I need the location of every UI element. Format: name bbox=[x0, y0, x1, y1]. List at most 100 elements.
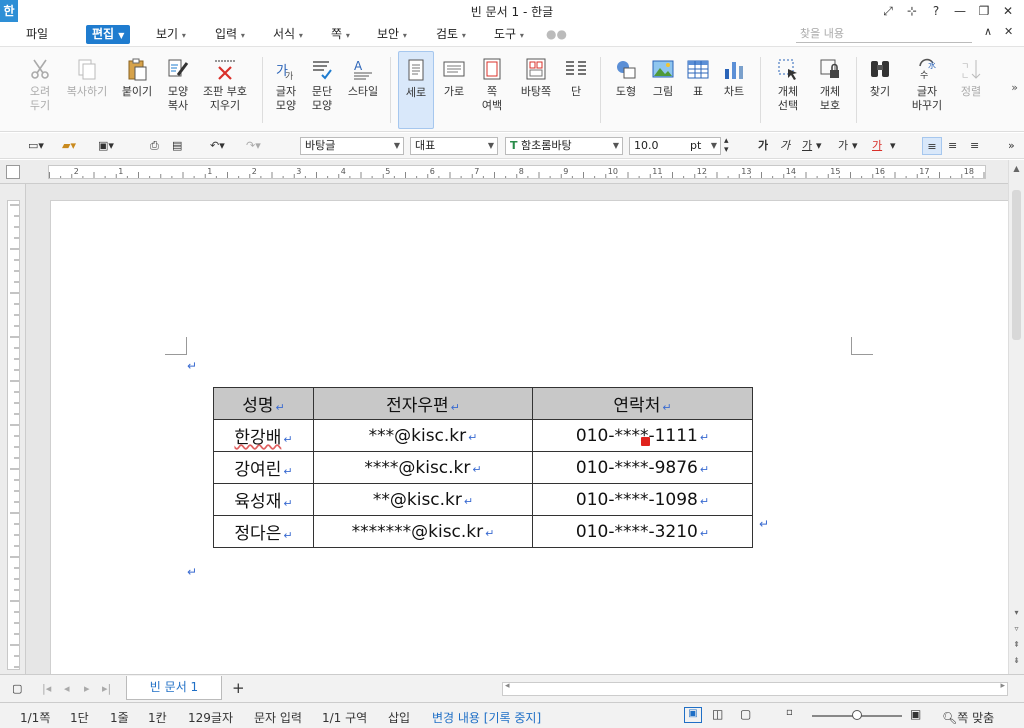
ribbon-more-icon[interactable]: » bbox=[1011, 81, 1018, 94]
columns-button[interactable]: 단 bbox=[560, 51, 592, 129]
last-tab-icon[interactable]: ▸| bbox=[102, 680, 111, 698]
add-tab-button[interactable]: + bbox=[232, 679, 245, 697]
zoom-out-icon[interactable]: ▫ bbox=[786, 707, 793, 718]
replace-button[interactable]: 水수 글자 바꾸기 bbox=[904, 51, 950, 129]
menu-insert[interactable]: 입력 ▾ bbox=[215, 25, 245, 44]
portrait-button[interactable]: 세로 bbox=[398, 51, 434, 129]
collapse-ribbon-icon[interactable]: ∧ bbox=[984, 25, 992, 38]
minimize-button[interactable]: — bbox=[948, 2, 972, 20]
status-page[interactable]: 1/1쪽 bbox=[20, 709, 50, 726]
menu-review[interactable]: 검토 ▾ bbox=[436, 25, 466, 44]
table-cell[interactable]: 정다은 ↵ bbox=[213, 515, 314, 548]
table-cell[interactable]: 강여린 ↵ bbox=[213, 451, 314, 484]
tab-list-icon[interactable]: ▢ bbox=[12, 680, 22, 698]
sort-button[interactable]: ㄱㄴ 정렬 bbox=[954, 51, 988, 129]
page-down-icon[interactable]: ▿ bbox=[1010, 622, 1023, 635]
scroll-thumb[interactable] bbox=[1012, 190, 1021, 340]
picture-button[interactable]: 그림 bbox=[646, 51, 680, 129]
table-cell[interactable]: ***@kisc.kr ↵ bbox=[313, 419, 533, 452]
clear-markup-button[interactable]: 조판 부호 지우기 bbox=[198, 51, 252, 129]
horizontal-ruler[interactable]: 2 1 1 2 3 4 5 6 7 8 9 10 11 12 13 14 15 16 17 18 bbox=[0, 160, 1024, 184]
table-cell[interactable]: *******@kisc.kr ↵ bbox=[313, 515, 533, 548]
table-cell[interactable]: 010-****-3210 ↵ bbox=[532, 515, 753, 548]
underline-button[interactable]: 가 bbox=[802, 137, 812, 155]
header-phone[interactable]: 연락처 ↵ bbox=[532, 387, 753, 420]
menu-view[interactable]: 보기 ▾ bbox=[156, 25, 186, 44]
status-insert-mode[interactable]: 삽입 bbox=[388, 709, 410, 726]
menu-file[interactable]: 파일 bbox=[26, 25, 48, 44]
find-button[interactable]: 찾기 bbox=[862, 51, 898, 129]
help-icon[interactable]: ? bbox=[924, 2, 948, 20]
status-track-changes[interactable]: 변경 내용 [기록 중지] bbox=[432, 709, 541, 726]
next-page-icon[interactable]: ⇟ bbox=[1010, 654, 1023, 667]
shape-button[interactable]: 도형 bbox=[608, 51, 644, 129]
scroll-right-icon[interactable]: ▸ bbox=[1000, 681, 1005, 691]
restore-button[interactable]: ❐ bbox=[972, 2, 996, 20]
view-page-icon[interactable]: ▢ bbox=[740, 707, 751, 721]
table-cell[interactable]: 010-****-1111 ↵ bbox=[532, 419, 753, 452]
chart-button[interactable]: 차트 bbox=[716, 51, 752, 129]
align-center-icon[interactable]: ≡ bbox=[970, 137, 979, 155]
bold-button[interactable]: 가 bbox=[758, 137, 768, 155]
next-tab-icon[interactable]: ▸ bbox=[84, 680, 90, 698]
align-justify-icon[interactable]: ≡ bbox=[922, 137, 942, 155]
object-protect-button[interactable]: 개체 보호 bbox=[810, 51, 850, 129]
document-canvas[interactable]: ↵ 성명 ↵ 전자우편 ↵ 연락처 ↵ 한강배 ↵ ***@kisc.kr ↵ 010-*… bbox=[26, 184, 1012, 680]
style-button[interactable]: A 스타일 bbox=[344, 51, 382, 129]
menu-format[interactable]: 서식 ▾ bbox=[273, 25, 303, 44]
view-normal-icon[interactable]: ▣ bbox=[684, 707, 702, 723]
table-cell[interactable]: 육성재 ↵ bbox=[213, 483, 314, 516]
horizontal-scrollbar[interactable]: ◂ ▸ bbox=[502, 681, 1008, 696]
menu-tools[interactable]: 도구 ▾ bbox=[494, 25, 524, 44]
contact-table[interactable]: 성명 ↵ 전자우편 ↵ 연락처 ↵ 한강배 ↵ ***@kisc.kr ↵ 010-***… bbox=[213, 387, 753, 548]
redo-icon[interactable]: ↷▾ bbox=[246, 137, 261, 155]
split-icon[interactable]: ⊹ bbox=[900, 2, 924, 20]
ruler-corner-button[interactable] bbox=[6, 165, 20, 179]
char-shape-button[interactable]: 가가 글자 모양 bbox=[268, 51, 304, 129]
toolbar-more-icon[interactable]: » bbox=[1008, 137, 1015, 155]
prev-page-icon[interactable]: ⇞ bbox=[1010, 638, 1023, 651]
menu-security[interactable]: 보안 ▾ bbox=[377, 25, 407, 44]
strike-button[interactable]: 가 bbox=[838, 137, 848, 155]
header-name[interactable]: 성명 ↵ bbox=[213, 387, 314, 420]
master-page-button[interactable]: 바탕쪽 bbox=[514, 51, 558, 129]
language-select[interactable]: 대표 ▼ bbox=[410, 137, 498, 155]
vertical-ruler[interactable] bbox=[0, 184, 26, 674]
landscape-button[interactable]: 가로 bbox=[436, 51, 472, 129]
open-folder-icon[interactable]: ▰▾ bbox=[62, 137, 76, 155]
page-margin-button[interactable]: 쪽 여백 bbox=[474, 51, 510, 129]
cut-button[interactable]: 오려 두기 bbox=[22, 51, 58, 129]
save-icon[interactable]: ▣▾ bbox=[98, 137, 114, 155]
fullscreen-icon[interactable]: ⤢ bbox=[876, 2, 900, 20]
table-cell[interactable]: 한강배 ↵ bbox=[213, 419, 314, 452]
scroll-left-icon[interactable]: ◂ bbox=[505, 681, 510, 691]
font-size-input[interactable]: 10.0 pt ▼ bbox=[629, 137, 721, 155]
chevron-down-icon[interactable]: ▾ bbox=[852, 137, 858, 155]
table-cell[interactable]: **@kisc.kr ↵ bbox=[313, 483, 533, 516]
font-select[interactable]: T 함초롬바탕 ▼ bbox=[505, 137, 623, 155]
paste-button[interactable]: 붙이기 bbox=[116, 51, 158, 129]
table-button[interactable]: 표 bbox=[682, 51, 714, 129]
page-up-icon[interactable]: ▾ bbox=[1010, 606, 1023, 619]
style-select[interactable]: 바탕글 ▼ bbox=[300, 137, 404, 155]
header-email[interactable]: 전자우편 ↵ bbox=[313, 387, 533, 420]
view-width-icon[interactable]: ◫ bbox=[712, 707, 723, 721]
table-cell[interactable]: 010-****-9876 ↵ bbox=[532, 451, 753, 484]
chevron-down-icon[interactable]: ▾ bbox=[816, 137, 822, 155]
tab-document-1[interactable]: 빈 문서 1 bbox=[126, 676, 222, 700]
document-page[interactable]: ↵ 성명 ↵ 전자우편 ↵ 연락처 ↵ 한강배 ↵ ***@kisc.kr ↵ 010-*… bbox=[50, 200, 1012, 680]
find-input[interactable]: 찾을 내용 bbox=[796, 25, 972, 43]
italic-button[interactable]: 가 bbox=[780, 137, 790, 155]
first-tab-icon[interactable]: |◂ bbox=[42, 680, 51, 698]
prev-tab-icon[interactable]: ◂ bbox=[64, 680, 70, 698]
menu-edit[interactable]: 편집 ▼ bbox=[86, 25, 131, 44]
table-cell[interactable]: 010-****-1098 ↵ bbox=[532, 483, 753, 516]
chevron-down-icon[interactable]: ▾ bbox=[890, 137, 896, 155]
copy-button[interactable]: 복사하기 bbox=[62, 51, 112, 129]
vertical-scrollbar[interactable]: ▲ ▾ ▿ ⇞ ⇟ bbox=[1008, 160, 1024, 674]
format-copy-button[interactable]: 모양 복사 bbox=[160, 51, 196, 129]
print-icon[interactable]: ⎙ bbox=[150, 137, 159, 155]
scroll-up-icon[interactable]: ▲ bbox=[1010, 162, 1023, 175]
para-shape-button[interactable]: 문단 모양 bbox=[304, 51, 340, 129]
close-button[interactable]: ✕ bbox=[996, 2, 1020, 20]
